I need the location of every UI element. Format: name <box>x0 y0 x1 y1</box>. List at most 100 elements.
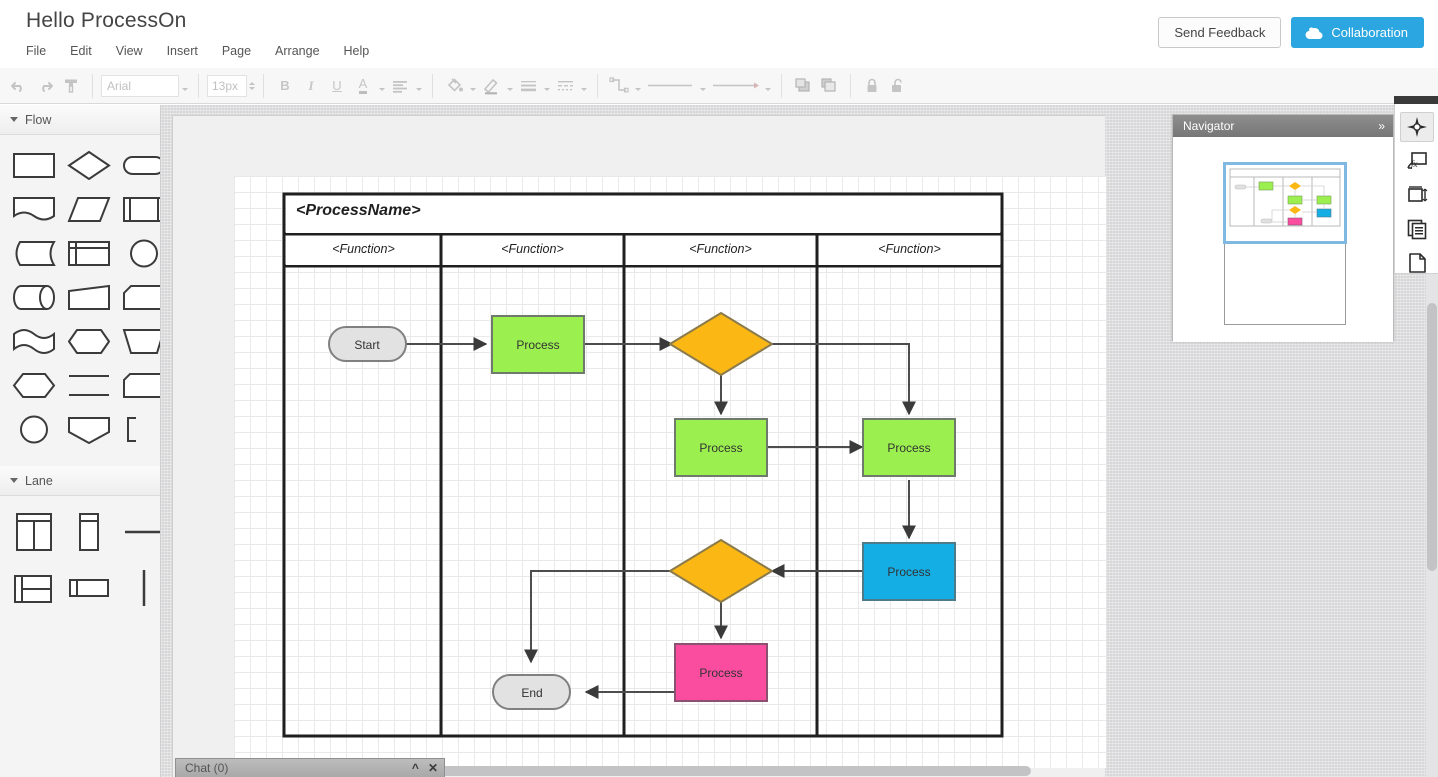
line-color-chevron-down-icon[interactable] <box>504 73 515 99</box>
connector-icon[interactable] <box>606 73 632 99</box>
undo-icon[interactable] <box>6 73 32 99</box>
menu-file[interactable]: File <box>26 42 59 60</box>
line-chevron-down-icon[interactable] <box>697 73 708 99</box>
shape-tool-button[interactable]: fx <box>1400 146 1434 176</box>
shape-section-header-lane[interactable]: Lane <box>0 466 160 496</box>
shape-hexagon[interactable] <box>12 368 56 401</box>
canvas-sheet[interactable]: Start Process Process Process <box>172 115 1105 777</box>
shape-vertical-pool[interactable] <box>12 510 56 554</box>
shape-rectangle[interactable] <box>12 148 56 181</box>
shape-horizontal-lane[interactable] <box>67 566 111 610</box>
connector-chevron-down-icon[interactable] <box>632 73 643 99</box>
redo-icon[interactable] <box>32 73 58 99</box>
lane-header-0[interactable]: <Function> <box>286 242 441 256</box>
fill-chevron-down-icon[interactable] <box>467 73 478 99</box>
navigator-viewport-rect[interactable] <box>1223 162 1347 244</box>
swimlane-diagram[interactable]: Start Process Process Process <box>234 176 1106 768</box>
collaboration-button[interactable]: Collaboration <box>1291 17 1424 48</box>
shape-hexagon-rounded[interactable] <box>67 324 111 357</box>
document-title[interactable]: Hello ProcessOn <box>26 9 187 33</box>
shape-vertical-lane[interactable] <box>67 510 111 554</box>
canvas-horizontal-scrollbar-thumb[interactable] <box>431 766 1031 776</box>
italic-button[interactable]: I <box>298 73 324 99</box>
bring-to-front-icon[interactable] <box>790 73 816 99</box>
line-style-icon[interactable] <box>515 73 541 99</box>
shape-circle[interactable] <box>122 236 161 269</box>
close-icon[interactable]: ✕ <box>428 761 438 775</box>
shape-pentagon-down[interactable] <box>67 412 111 445</box>
font-color-button[interactable]: A <box>350 73 376 99</box>
chat-bar[interactable]: Chat (0) ^ ✕ <box>175 758 445 777</box>
chevron-up-icon[interactable]: ^ <box>412 761 419 775</box>
line-dash-chevron-down-icon[interactable] <box>578 73 589 99</box>
menu-insert[interactable]: Insert <box>167 42 211 60</box>
font-color-chevron-down-icon[interactable] <box>376 73 387 99</box>
toolbar-separator <box>263 74 264 98</box>
shape-manual-operation[interactable] <box>122 324 161 357</box>
page-tool-button[interactable] <box>1400 248 1434 278</box>
shape-horizontal-pool[interactable] <box>12 566 56 610</box>
menu-help[interactable]: Help <box>344 42 383 60</box>
font-family-select[interactable]: Arial <box>101 75 179 97</box>
arrow-chevron-down-icon[interactable] <box>762 73 773 99</box>
canvas-size-tool-button[interactable] <box>1400 180 1434 210</box>
font-family-chevron-down-icon[interactable] <box>179 73 190 99</box>
send-to-back-icon[interactable] <box>816 73 842 99</box>
shape-parallelogram[interactable] <box>67 192 111 225</box>
menu-arrange[interactable]: Arrange <box>275 42 332 60</box>
history-group <box>0 68 90 104</box>
shape-ellipse[interactable] <box>12 412 56 445</box>
shape-predefined-process[interactable] <box>122 192 161 225</box>
shape-rounded-rectangle[interactable] <box>122 148 161 181</box>
double-chevron-right-icon[interactable]: » <box>1378 115 1387 137</box>
font-size-stepper[interactable] <box>249 82 255 90</box>
shape-section-header-flow[interactable]: Flow <box>0 105 160 135</box>
shape-diamond[interactable] <box>67 148 111 181</box>
lock-icon[interactable] <box>859 73 885 99</box>
lane-header-3[interactable]: <Function> <box>818 242 1001 256</box>
line-style-chevron-down-icon[interactable] <box>541 73 552 99</box>
navigator-header[interactable]: Navigator » <box>1173 115 1393 137</box>
arrow-icon[interactable] <box>708 73 762 99</box>
shape-two-lines[interactable] <box>67 368 111 401</box>
send-feedback-button[interactable]: Send Feedback <box>1158 17 1281 48</box>
align-icon[interactable] <box>387 73 413 99</box>
shape-bracket-left[interactable] <box>122 412 161 445</box>
chat-label: Chat (0) <box>185 761 228 775</box>
diagram-page[interactable]: Start Process Process Process <box>234 176 1106 768</box>
pool-title[interactable]: <ProcessName> <box>296 202 421 220</box>
line-icon[interactable] <box>643 73 697 99</box>
shape-wave[interactable] <box>12 324 56 357</box>
underline-button[interactable]: U <box>324 73 350 99</box>
navigator-tool-button[interactable] <box>1400 112 1434 142</box>
navigator-panel[interactable]: Navigator » <box>1172 114 1394 341</box>
shape-document[interactable] <box>12 192 56 225</box>
shape-direct-data[interactable] <box>12 280 56 313</box>
format-painter-icon[interactable] <box>58 73 84 99</box>
shape-trapezoid-right[interactable] <box>67 280 111 313</box>
shape-internal-storage[interactable] <box>67 236 111 269</box>
shape-stored-data[interactable] <box>12 236 56 269</box>
bold-button[interactable]: B <box>272 73 298 99</box>
shape-row <box>0 368 160 401</box>
shape-corner-cut-rect[interactable] <box>122 368 161 401</box>
align-chevron-down-icon[interactable] <box>413 73 424 99</box>
navigator-body[interactable] <box>1173 137 1393 342</box>
menu-page[interactable]: Page <box>222 42 264 60</box>
shape-card[interactable] <box>122 280 161 313</box>
canvas-vertical-scrollbar-thumb[interactable] <box>1427 303 1437 571</box>
line-dash-icon[interactable] <box>552 73 578 99</box>
unlock-icon[interactable] <box>885 73 911 99</box>
fill-bucket-icon[interactable] <box>441 73 467 99</box>
font-size-input[interactable]: 13px <box>207 75 247 97</box>
menu-view[interactable]: View <box>116 42 156 60</box>
layers-tool-button[interactable] <box>1400 214 1434 244</box>
diagram-svg[interactable]: Start Process Process Process <box>234 176 1106 768</box>
shape-horizontal-divider[interactable] <box>122 510 161 554</box>
menu-edit[interactable]: Edit <box>70 42 105 60</box>
font-color-label: A <box>359 77 368 94</box>
shape-vertical-divider[interactable] <box>122 566 161 610</box>
lane-header-1[interactable]: <Function> <box>442 242 623 256</box>
line-color-icon[interactable] <box>478 73 504 99</box>
lane-header-2[interactable]: <Function> <box>625 242 816 256</box>
